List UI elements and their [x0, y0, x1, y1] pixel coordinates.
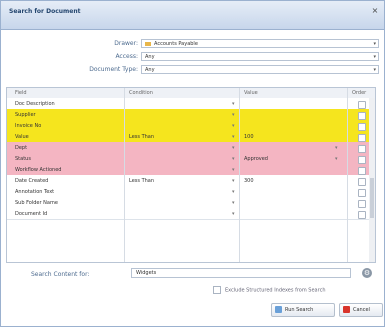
column-divider [124, 88, 125, 262]
order-checkbox[interactable] [358, 112, 366, 120]
doctype-label: Document Type: [89, 66, 138, 73]
cancel-icon [343, 306, 350, 313]
row-field: Date Created [15, 178, 49, 184]
access-select[interactable]: Any ▾ [141, 52, 379, 61]
order-checkbox[interactable] [358, 101, 366, 109]
drawer-label: Drawer: [114, 40, 138, 47]
column-divider [347, 88, 348, 262]
search-dialog: Search for Document × Drawer: Accounts P… [0, 0, 385, 327]
access-label: Access: [115, 53, 138, 60]
exclude-label: Exclude Structured Indexes from Search [225, 287, 326, 294]
chevron-down-icon: ▾ [373, 67, 376, 73]
row-field: Dept [15, 145, 28, 151]
chevron-down-icon[interactable]: ▾ [232, 112, 235, 118]
chevron-down-icon[interactable]: ▾ [232, 211, 235, 217]
drawer-select[interactable]: Accounts Payable ▾ [141, 39, 379, 48]
column-divider [239, 88, 240, 262]
row-field: Annotation Text [15, 189, 55, 195]
chevron-down-icon[interactable]: ▾ [232, 101, 235, 107]
order-checkbox[interactable] [358, 178, 366, 186]
column-header-value: Value [244, 90, 258, 96]
column-header-condition: Condition [129, 90, 153, 96]
run-search-button[interactable]: Run Search [271, 303, 335, 317]
chevron-down-icon[interactable]: ▾ [232, 145, 235, 151]
order-checkbox[interactable] [358, 200, 366, 208]
folder-icon [145, 41, 151, 46]
order-checkbox[interactable] [358, 123, 366, 131]
chevron-down-icon[interactable]: ▾ [335, 145, 338, 151]
chevron-down-icon: ▾ [373, 41, 376, 47]
order-checkbox[interactable] [358, 134, 366, 142]
table-row[interactable]: Document Id ▾ [7, 208, 375, 220]
dialog-title: Search for Document [9, 8, 81, 15]
chevron-down-icon[interactable]: ▾ [232, 167, 235, 173]
row-field: Document Id [15, 211, 48, 217]
column-header-field: Field [15, 90, 27, 96]
doctype-select[interactable]: Any ▾ [141, 65, 379, 74]
chevron-down-icon[interactable]: ▾ [232, 156, 235, 162]
exclude-structured-option[interactable]: Exclude Structured Indexes from Search [213, 286, 325, 294]
access-row: Access: Any ▾ [1, 52, 385, 63]
chevron-down-icon[interactable]: ▾ [232, 134, 235, 140]
drawer-row: Drawer: Accounts Payable ▾ [1, 39, 385, 50]
exclude-checkbox[interactable] [213, 286, 221, 294]
row-field: Doc Description [15, 101, 55, 107]
run-search-label: Run Search [285, 307, 314, 313]
row-field: Status [15, 156, 31, 162]
chevron-down-icon: ▾ [373, 54, 376, 60]
row-value[interactable]: 300 [244, 178, 254, 184]
access-value: Any [145, 54, 155, 60]
doctype-row: Document Type: Any ▾ [1, 65, 385, 76]
row-field: Value [15, 134, 29, 140]
cancel-button[interactable]: Cancel [339, 303, 383, 317]
search-content-label: Search Content for: [31, 271, 90, 278]
dialog-titlebar[interactable]: Search for Document × [1, 1, 384, 30]
chevron-down-icon[interactable]: ▾ [232, 123, 235, 129]
chevron-down-icon[interactable]: ▾ [232, 200, 235, 206]
drawer-value: Accounts Payable [154, 41, 198, 47]
doctype-value: Any [145, 67, 155, 73]
order-checkbox[interactable] [358, 156, 366, 164]
chevron-down-icon[interactable]: ▾ [232, 178, 235, 184]
scrollbar-thumb[interactable] [370, 178, 374, 218]
info-icon[interactable]: ⚙ [362, 268, 372, 278]
row-condition[interactable]: Less Than [129, 134, 154, 140]
search-icon [275, 306, 282, 313]
column-header-order: Order [352, 90, 367, 96]
row-field: Sub Folder Name [15, 200, 58, 206]
order-checkbox[interactable] [358, 189, 366, 197]
close-icon[interactable]: × [370, 6, 380, 16]
grid-scrollbar[interactable] [369, 98, 375, 262]
order-checkbox[interactable] [358, 167, 366, 175]
cancel-label: Cancel [353, 307, 370, 313]
order-checkbox[interactable] [358, 211, 366, 219]
criteria-grid: Field Condition Value Order Doc Descript… [6, 87, 376, 263]
row-value[interactable]: 100 [244, 134, 254, 140]
chevron-down-icon[interactable]: ▾ [335, 156, 338, 162]
search-content-input[interactable]: Widgets [131, 268, 351, 278]
order-checkbox[interactable] [358, 145, 366, 153]
row-field: Invoice No [15, 123, 42, 129]
row-value[interactable]: Approved [244, 156, 268, 162]
row-field: Workflow Actioned [15, 167, 62, 173]
chevron-down-icon[interactable]: ▾ [232, 189, 235, 195]
row-field: Supplier [15, 112, 36, 118]
row-condition[interactable]: Less Than [129, 178, 154, 184]
